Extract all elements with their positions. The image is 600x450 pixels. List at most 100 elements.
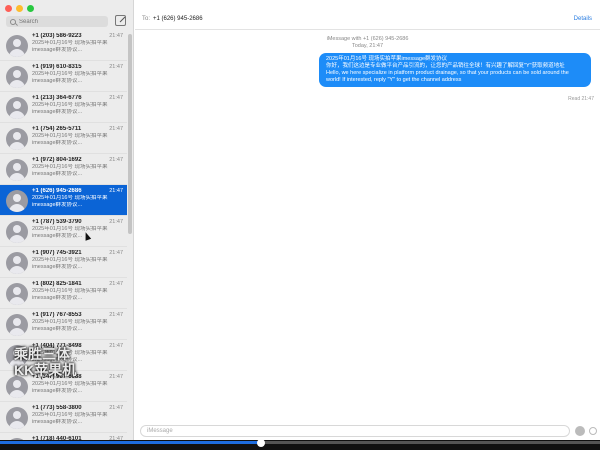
read-receipt: Read 21:47 xyxy=(568,96,594,102)
avatar-icon xyxy=(6,66,28,88)
conversation-snippet-line2: imessage群发协议... xyxy=(32,295,83,301)
conversation-text: +1 (787) 539-3790 21:47 2025年01月16号 现场实拍苹果… xyxy=(32,219,123,240)
messages-window: +1 (203) 586-922321:472025年01月16号 现场实拍苹果… xyxy=(0,0,600,440)
video-watermark: 乘胜三体 KK苹果机 xyxy=(14,346,94,378)
conversation-item[interactable]: +1 (754) 265-5711 21:47 2025年01月16号 现场实拍苹果… xyxy=(0,123,127,154)
conversation-snippet-line1: 2025年01月16号 现场实拍苹果 xyxy=(32,257,108,263)
avatar-icon xyxy=(6,314,28,336)
service-line: iMessage with +1 (626) 945-2686 xyxy=(326,36,409,42)
conversation-time: 21:47 xyxy=(109,126,123,132)
conversation-time: 21:47 xyxy=(109,95,123,101)
conversation-snippet-line1: 2025年01月16号 现场实拍苹果 xyxy=(32,71,108,77)
conversation-snippet-line1: 2025年01月16号 现场实拍苹果 xyxy=(32,412,108,418)
conversation-item[interactable]: +1 (907) 745-3921 21:47 2025年01月16号 现场实拍苹果… xyxy=(0,247,127,278)
conversation-row-top: +1 (626) 945-2686 21:47 xyxy=(32,188,123,195)
conversation-item[interactable]: +1 (787) 539-3790 21:47 2025年01月16号 现场实拍苹果… xyxy=(0,216,127,247)
avatar-icon xyxy=(6,159,28,181)
conversation-time: 21:47 xyxy=(109,405,123,411)
conversation-item[interactable]: +1 (917) 767-8553 21:47 2025年01月16号 现场实拍苹果… xyxy=(0,309,127,340)
conversation-snippet-line1: 2025年01月16号 现场实拍苹果 xyxy=(32,133,108,139)
conversation-phone: +1 (919) 610-8315 xyxy=(32,64,82,70)
date-line: Today, 21:47 xyxy=(351,43,384,49)
conversation-snippet-line2: imessage群发协议... xyxy=(32,264,83,270)
conversation-phone: +1 (972) 804-1692 xyxy=(32,157,82,163)
conversation-time: 21:47 xyxy=(109,157,123,163)
close-window-button[interactable] xyxy=(5,5,12,12)
to-label: To: xyxy=(142,16,151,22)
conversation-text: +1 (907) 745-3921 21:47 2025年01月16号 现场实拍苹果… xyxy=(32,250,123,271)
conversation-phone: +1 (802) 825-1841 xyxy=(32,281,82,287)
conversation-snippet-line2: imessage群发协议... xyxy=(32,326,83,332)
conversation-time: 21:47 xyxy=(109,312,123,318)
conversation-row-top: +1 (787) 539-3790 21:47 xyxy=(32,219,123,226)
conversation-row-top: +1 (802) 825-1841 21:47 xyxy=(32,281,123,288)
watermark-line1: 乘胜三体 xyxy=(14,346,70,362)
conversation-item[interactable]: +1 (718) 440-610121:472025年01月16号 现场实拍苹果… xyxy=(0,433,127,440)
conversation-item[interactable]: +1 (972) 804-1692 21:47 2025年01月16号 现场实拍苹果… xyxy=(0,154,127,185)
progress-knob[interactable] xyxy=(257,439,265,447)
conversation-snippet-line1: 2025年01月16号 现场实拍苹果 xyxy=(32,319,108,325)
conversation-phone: +1 (626) 945-2686 xyxy=(32,188,82,194)
conversation-snippet-line1: 2025年01月16号 现场实拍苹果 xyxy=(32,288,108,294)
conversation-time: 21:47 xyxy=(109,343,123,349)
conversation-time: 21:47 xyxy=(109,250,123,256)
minimize-window-button[interactable] xyxy=(16,5,23,12)
conversation-row-top: +1 (919) 610-8315 21:47 xyxy=(32,64,123,71)
avatar-icon xyxy=(6,221,28,243)
conversation-phone: +1 (754) 265-5711 xyxy=(32,126,82,132)
conversation-time: 21:47 xyxy=(109,188,123,194)
conversation-row-top: +1 (907) 745-3921 21:47 xyxy=(32,250,123,257)
avatar-icon xyxy=(6,252,28,274)
emoji-icon[interactable] xyxy=(575,426,585,436)
conversation-time: 21:47 xyxy=(109,64,123,70)
conversation-header: To: +1 (626) 945-2686 Details xyxy=(135,0,600,30)
avatar-icon xyxy=(6,190,28,212)
conversation-meta: iMessage with +1 (626) 945-2686 Today, 2… xyxy=(135,36,600,50)
conversation-snippet-line1: 2025年01月16号 现场实拍苹果 xyxy=(32,195,108,201)
video-progress-bar[interactable] xyxy=(0,439,600,450)
conversation-row-top: +1 (917) 767-8553 21:47 xyxy=(32,312,123,319)
conversation-text: +1 (802) 825-1841 21:47 2025年01月16号 现场实拍苹果… xyxy=(32,281,123,302)
conversation-row-top: +1 (972) 804-1692 21:47 xyxy=(32,157,123,164)
conversation-snippet-line2: imessage群发协议... xyxy=(32,109,83,115)
recipient-number[interactable]: +1 (626) 945-2686 xyxy=(153,16,203,22)
conversation-phone: +1 (203) 586-9223 xyxy=(32,33,82,39)
avatar-icon xyxy=(6,128,28,150)
avatar-icon xyxy=(6,283,28,305)
conversation-item[interactable]: +1 (919) 610-8315 21:47 2025年01月16号 现场实拍苹果… xyxy=(0,61,127,92)
conversation-pane: To: +1 (626) 945-2686 Details iMessage w… xyxy=(135,0,600,440)
conversation-time: 21:47 xyxy=(109,281,123,287)
conversation-time: 21:47 xyxy=(109,219,123,225)
search-input[interactable] xyxy=(19,18,99,25)
window-controls xyxy=(5,5,34,12)
audio-message-icon[interactable] xyxy=(589,427,597,435)
details-button[interactable]: Details xyxy=(574,16,592,22)
conversation-snippet-line1: 2025年01月16号 现场实拍苹果 xyxy=(32,381,108,387)
search-icon xyxy=(10,18,16,25)
conversation-item[interactable]: +1 (213) 364-6776 21:47 2025年01月16号 现场实拍苹果… xyxy=(0,92,127,123)
message-input[interactable]: iMessage xyxy=(140,425,570,437)
compose-icon[interactable] xyxy=(115,15,126,26)
conversation-snippet-line2: imessage群发协议... xyxy=(32,140,83,146)
conversation-list: +1 (203) 586-9223 21:47 2025年01月16号 现场实拍苹果… xyxy=(0,30,127,440)
conversation-item[interactable]: +1 (802) 825-1841 21:47 2025年01月16号 现场实拍苹果… xyxy=(0,278,127,309)
avatar-icon xyxy=(6,97,28,119)
message-line: 你好，我们这边是专业做平台产品引流的，让您的产品销往全球！有兴趣了解回复"Y"获… xyxy=(326,63,565,69)
conversation-snippet-line1: 2025年01月16号 现场实拍苹果 xyxy=(32,226,108,232)
conversation-snippet-line1: 2025年01月16号 现场实拍苹果 xyxy=(32,102,108,108)
conversation-snippet-line2: imessage群发协议... xyxy=(32,78,83,84)
conversation-phone: +1 (787) 539-3790 xyxy=(32,219,82,225)
sent-message-bubble[interactable]: 2025年01月16号 现场实拍苹果imessage群发协议 你好，我们这边是专业… xyxy=(319,53,591,87)
conversation-item[interactable]: +1 (773) 558-3800 21:47 2025年01月16号 现场实拍苹果… xyxy=(0,402,127,433)
conversation-snippet-line1: 2025年01月16号 现场实拍苹果 xyxy=(32,40,108,46)
conversation-phone: +1 (907) 745-3921 xyxy=(32,250,82,256)
conversation-snippet-line2: imessage群发协议... xyxy=(32,419,83,425)
search-box[interactable] xyxy=(6,16,108,27)
conversation-item[interactable]: +1 (626) 945-2686 21:47 2025年01月16号 现场实拍苹果… xyxy=(0,185,127,216)
zoom-window-button[interactable] xyxy=(27,5,34,12)
sidebar-scrollbar[interactable] xyxy=(128,34,132,234)
conversation-phone: +1 (213) 364-6776 xyxy=(32,95,82,101)
avatar-icon xyxy=(6,35,28,57)
conversation-item[interactable]: +1 (203) 586-9223 21:47 2025年01月16号 现场实拍苹果… xyxy=(0,30,127,61)
conversation-phone: +1 (773) 558-3800 xyxy=(32,405,82,411)
